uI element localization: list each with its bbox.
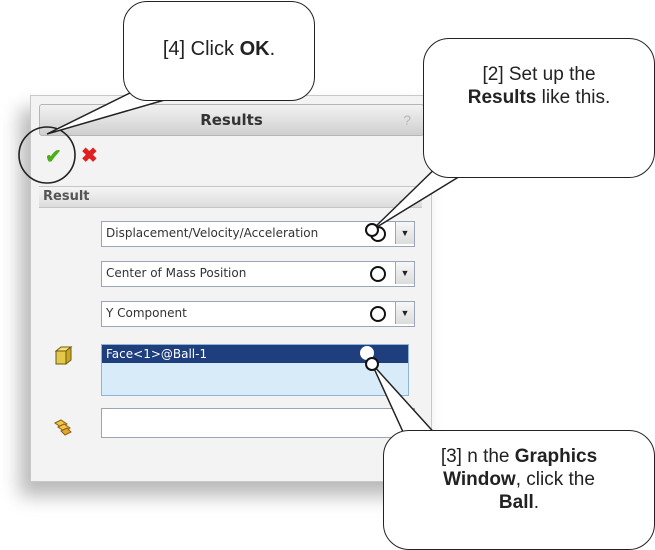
callout-step3-mid: , click the	[515, 469, 595, 490]
callout-step2-results: Results	[467, 87, 537, 108]
selected-face-label: Face<1>@Ball-1	[106, 347, 208, 361]
callout-step4-prefix: [4] Click	[162, 38, 240, 60]
callout-step3-ball: Ball	[498, 492, 534, 513]
selected-face-row[interactable]: Face<1>@Ball-1	[102, 345, 408, 363]
collapse-chevron-icon[interactable]: ︽	[399, 188, 412, 207]
callout-step3: [3] n the Graphics Window, click the Bal…	[383, 430, 655, 550]
dropdown-arrow-icon[interactable]: ▼	[395, 302, 414, 324]
result-component-value: Y Component	[106, 306, 187, 320]
callout-step3-graphics: Graphics	[514, 446, 598, 467]
callout-step3-prefix: [3] n the	[440, 446, 515, 467]
face-selection-box[interactable]: Face<1>@Ball-1	[101, 344, 409, 396]
callout-step2-text: [2] Set up the Results like this.	[424, 63, 654, 109]
ok-check-icon[interactable]: ✔	[45, 144, 62, 169]
callout-step3-suffix: .	[533, 492, 540, 513]
callout-step4-text: [4] Click OK.	[124, 38, 314, 61]
callout-step3-text: [3] n the Graphics Window, click the Bal…	[390, 445, 648, 514]
callout-step2: [2] Set up the Results like this.	[423, 38, 655, 178]
panel-title: Results	[200, 111, 263, 129]
result-category-select[interactable]: Displacement/Velocity/Acceleration ▼	[101, 221, 415, 247]
cancel-x-icon[interactable]: ✖	[81, 143, 98, 168]
result-group-label: Result	[43, 189, 90, 204]
dropdown-arrow-icon[interactable]: ▼	[395, 262, 414, 284]
spring-icon	[54, 419, 72, 436]
callout-step4-suffix: .	[269, 38, 276, 60]
result-group-header[interactable]: Result ︽	[39, 186, 422, 208]
callout-step2-suffix: like this.	[536, 87, 611, 108]
callout-step3-window: Window	[443, 469, 516, 490]
callout-step4: [4] Click OK.	[123, 1, 315, 101]
result-category-value: Displacement/Velocity/Acceleration	[106, 226, 319, 240]
dropdown-arrow-icon[interactable]: ▼	[395, 222, 414, 244]
pointer-marker-icon	[370, 226, 386, 242]
cube-face-icon	[54, 346, 73, 366]
results-panel: Results ? ✔ ✖ Result ︽ Displacement/Velo…	[30, 95, 432, 482]
help-icon[interactable]: ?	[403, 112, 411, 128]
callout-step4-ok: OK	[239, 38, 270, 60]
result-subcategory-value: Center of Mass Position	[106, 266, 247, 280]
panel-header: Results ?	[39, 104, 424, 136]
result-subcategory-select[interactable]: Center of Mass Position ▼	[101, 261, 415, 287]
result-component-select[interactable]: Y Component ▼	[101, 301, 415, 327]
callout-step2-line1: [2] Set up the	[482, 64, 596, 85]
pointer-marker-icon	[360, 346, 374, 360]
secondary-selection-field[interactable]	[101, 408, 415, 438]
pointer-marker-icon	[370, 306, 386, 322]
pointer-marker-icon	[370, 266, 386, 282]
